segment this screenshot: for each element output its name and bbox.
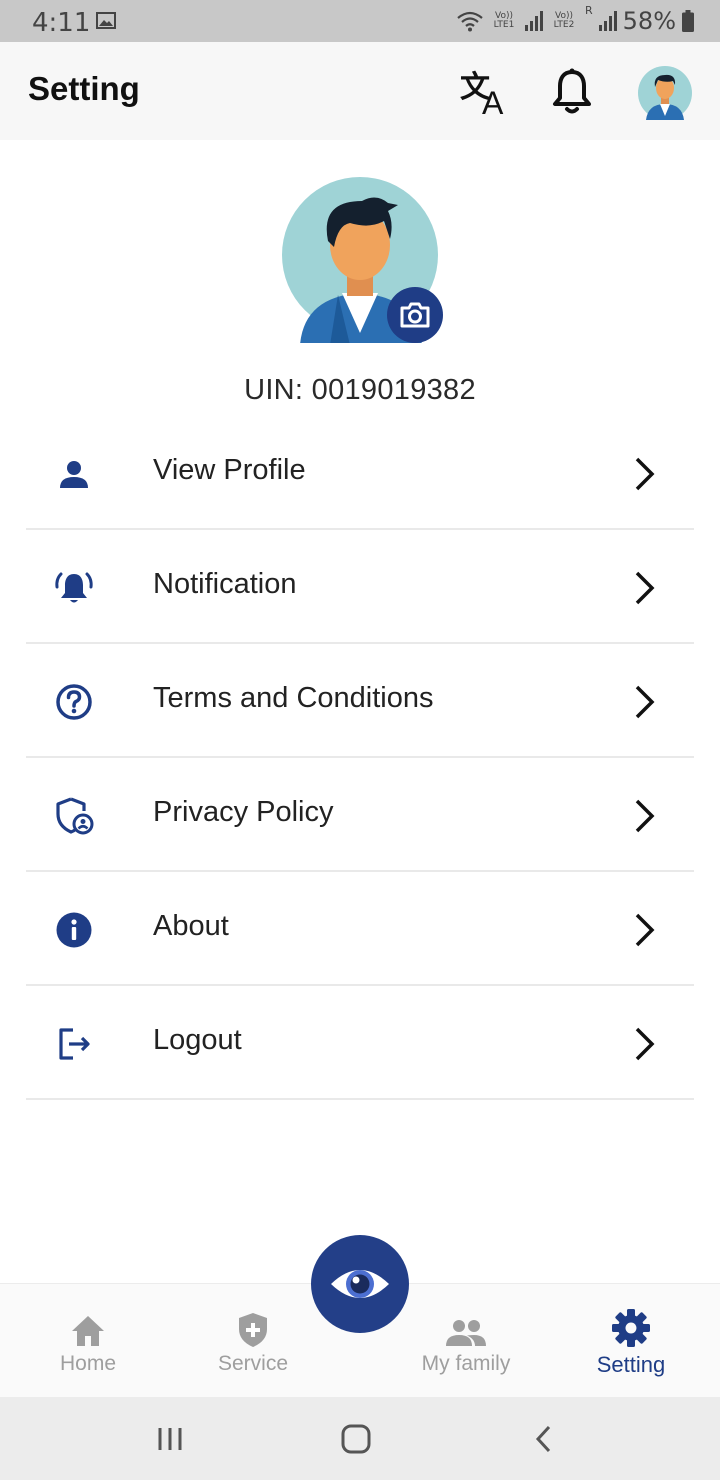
person-icon — [54, 454, 94, 494]
wifi-icon — [457, 11, 483, 32]
change-photo-button[interactable] — [387, 287, 443, 343]
group-icon — [396, 1308, 536, 1348]
nav-label: Home — [59, 1352, 117, 1375]
uin-label: UIN: 0019019382 — [244, 374, 476, 406]
menu-item-label: Logout — [153, 1024, 242, 1056]
menu-item-terms[interactable]: Terms and Conditions — [26, 644, 694, 758]
menu-item-privacy-policy[interactable]: Privacy Policy — [26, 758, 694, 872]
chevron-right-icon — [635, 1027, 655, 1061]
nav-label: Service — [217, 1352, 289, 1375]
gear-icon — [561, 1308, 701, 1348]
svg-text:A: A — [482, 85, 504, 117]
help-circle-icon — [54, 682, 94, 722]
back-button[interactable] — [524, 1421, 564, 1457]
status-bar: 4:11 Vo)) LTE1 Vo)) LTE2 R 58% — [0, 0, 720, 42]
page-title: Setting — [28, 70, 140, 107]
signal-icon — [525, 11, 543, 31]
menu-item-about[interactable]: About — [26, 872, 694, 986]
roaming-indicator: R — [585, 4, 593, 17]
nav-setting[interactable]: Setting — [561, 1308, 701, 1378]
menu-item-label: View Profile — [153, 454, 306, 486]
menu-item-logout[interactable]: Logout — [26, 986, 694, 1100]
nav-label: Setting — [596, 1352, 666, 1377]
battery-icon — [682, 10, 694, 32]
eye-scan-button[interactable] — [311, 1235, 409, 1333]
alarm-bell-icon — [54, 568, 94, 608]
app-bar: Setting 文 A — [0, 42, 720, 140]
chevron-right-icon — [635, 457, 655, 491]
notifications-button[interactable] — [544, 66, 600, 118]
home-icon — [18, 1308, 158, 1348]
menu-item-label: Privacy Policy — [153, 796, 334, 828]
logout-icon — [54, 1024, 94, 1064]
recent-apps-button[interactable] — [150, 1421, 190, 1457]
avatar[interactable] — [638, 66, 692, 120]
back-icon — [535, 1425, 551, 1453]
menu-item-view-profile[interactable]: View Profile — [26, 416, 694, 530]
battery-percent: 58% — [622, 7, 676, 35]
menu-item-notification[interactable]: Notification — [26, 530, 694, 644]
chevron-right-icon — [635, 571, 655, 605]
bell-icon — [553, 68, 591, 114]
nav-my-family[interactable]: My family — [396, 1308, 536, 1376]
info-icon — [54, 910, 94, 950]
recent-apps-icon — [158, 1428, 182, 1450]
system-nav-bar — [0, 1397, 720, 1480]
home-circle-icon — [341, 1424, 371, 1454]
nav-service[interactable]: Service — [183, 1308, 323, 1376]
settings-menu: View Profile Notification Terms and Cond… — [26, 416, 694, 1100]
home-button[interactable] — [336, 1421, 376, 1457]
signal-icon — [598, 11, 617, 31]
menu-item-label: Terms and Conditions — [153, 682, 434, 714]
translate-button[interactable]: 文 A — [458, 66, 514, 118]
chevron-right-icon — [635, 685, 655, 719]
camera-icon — [400, 302, 430, 328]
nav-home[interactable]: Home — [18, 1308, 158, 1376]
sim2-label: Vo)) LTE2 — [553, 11, 575, 30]
sim1-label: Vo)) LTE1 — [493, 11, 515, 30]
translate-icon: 文 A — [460, 70, 504, 117]
chevron-right-icon — [635, 799, 655, 833]
menu-item-label: About — [153, 910, 229, 942]
menu-item-label: Notification — [153, 568, 297, 600]
shield-plus-icon — [183, 1308, 323, 1348]
eye-icon — [331, 1270, 389, 1298]
status-time: 4:11 — [32, 8, 91, 38]
shield-user-icon — [54, 796, 94, 836]
nav-label: My family — [421, 1352, 511, 1375]
gallery-icon — [96, 12, 116, 29]
chevron-right-icon — [635, 913, 655, 947]
